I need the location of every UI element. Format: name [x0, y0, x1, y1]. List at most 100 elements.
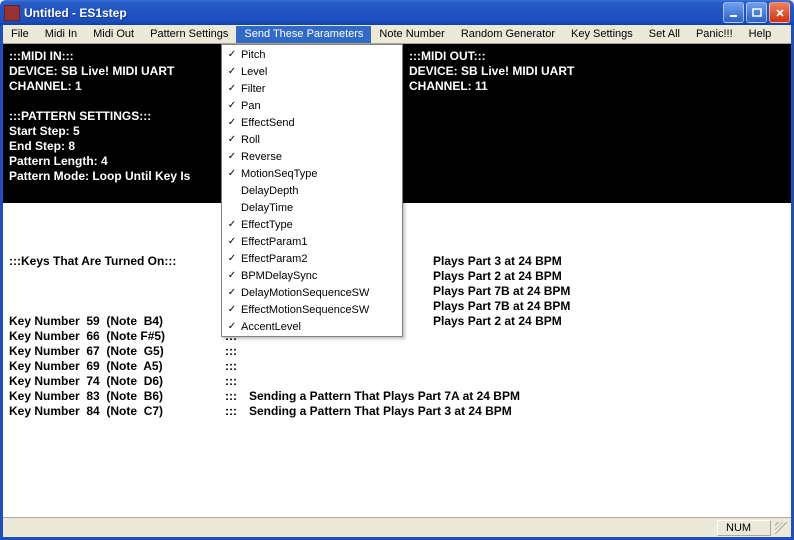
dropdown-item-label: Pan — [241, 100, 401, 112]
dropdown-item-accentlevel[interactable]: ✓AccentLevel — [223, 318, 401, 335]
checkmark-icon: ✓ — [223, 49, 241, 60]
checkmark-icon: ✓ — [223, 321, 241, 332]
dropdown-item-effectparam1[interactable]: ✓EffectParam1 — [223, 233, 401, 250]
pattern-start-step: Start Step: 5 — [9, 124, 215, 139]
key-number: Key Number 59 (Note B4) — [9, 314, 225, 329]
titlebar: Untitled - ES1step — [0, 0, 794, 25]
menu-file[interactable]: File — [3, 26, 37, 43]
midi-out-channel: CHANNEL: 11 — [409, 79, 785, 94]
send-parameters-dropdown: ✓Pitch✓Level✓Filter✓Pan✓EffectSend✓Roll✓… — [221, 44, 403, 337]
dropdown-item-level[interactable]: ✓Level — [223, 63, 401, 80]
key-number: Key Number 67 (Note G5) — [9, 344, 225, 359]
key-sep: ::: — [225, 404, 249, 419]
key-action: Sending a Pattern That Plays Part 7A at … — [249, 389, 520, 404]
menu-random-generator[interactable]: Random Generator — [453, 26, 563, 43]
key-action: Sending a Pattern That Plays Part 3 at 2… — [249, 404, 512, 419]
dropdown-item-label: Level — [241, 66, 401, 78]
key-sep: ::: — [225, 344, 249, 359]
dropdown-item-roll[interactable]: ✓Roll — [223, 131, 401, 148]
menu-pattern-settings[interactable]: Pattern Settings — [142, 26, 236, 43]
menu-panic-[interactable]: Panic!!! — [688, 26, 741, 43]
plays-text: Plays Part 2 at 24 BPM — [433, 314, 570, 329]
dropdown-item-label: Pitch — [241, 49, 401, 61]
key-sep: ::: — [225, 389, 249, 404]
dropdown-item-label: EffectMotionSequenceSW — [241, 304, 401, 316]
content-area: :::MIDI IN::: DEVICE: SB Live! MIDI UART… — [3, 44, 791, 517]
dropdown-item-effectmotionsequencesw[interactable]: ✓EffectMotionSequenceSW — [223, 301, 401, 318]
key-row: Key Number 69 (Note A5)::: — [9, 359, 520, 374]
menu-help[interactable]: Help — [741, 26, 780, 43]
menu-set-all[interactable]: Set All — [641, 26, 688, 43]
menu-midi-out[interactable]: Midi Out — [85, 26, 142, 43]
resize-grip[interactable] — [773, 520, 789, 536]
dropdown-item-filter[interactable]: ✓Filter — [223, 80, 401, 97]
pattern-length: Pattern Length: 4 — [9, 154, 215, 169]
midi-in-panel: :::MIDI IN::: DEVICE: SB Live! MIDI UART… — [3, 44, 221, 203]
checkmark-icon: ✓ — [223, 270, 241, 281]
pattern-mode: Pattern Mode: Loop Until Key Is — [9, 169, 215, 184]
key-sep: ::: — [225, 374, 249, 389]
pattern-settings-heading: :::PATTERN SETTINGS::: — [9, 109, 215, 124]
statusbar: NUM — [3, 517, 791, 537]
key-row: Key Number 67 (Note G5)::: — [9, 344, 520, 359]
dropdown-item-effectsend[interactable]: ✓EffectSend — [223, 114, 401, 131]
close-button[interactable] — [769, 2, 790, 23]
menubar: FileMidi InMidi OutPattern SettingsSend … — [3, 25, 791, 44]
status-num: NUM — [717, 520, 771, 536]
dropdown-item-pan[interactable]: ✓Pan — [223, 97, 401, 114]
midi-in-heading: :::MIDI IN::: — [9, 49, 215, 64]
pattern-end-step: End Step: 8 — [9, 139, 215, 154]
dropdown-item-reverse[interactable]: ✓Reverse — [223, 148, 401, 165]
menu-send-these-parameters[interactable]: Send These Parameters — [236, 26, 371, 43]
midi-out-panel: :::MIDI OUT::: DEVICE: SB Live! MIDI UAR… — [403, 44, 791, 203]
checkmark-icon: ✓ — [223, 168, 241, 179]
checkmark-icon: ✓ — [223, 236, 241, 247]
minimize-button[interactable] — [723, 2, 744, 23]
dropdown-item-label: DelayTime — [241, 202, 401, 214]
midi-in-channel: CHANNEL: 1 — [9, 79, 215, 94]
key-row: Key Number 84 (Note C7):::Sending a Patt… — [9, 404, 520, 419]
dropdown-item-bpmdelaysync[interactable]: ✓BPMDelaySync — [223, 267, 401, 284]
dropdown-item-label: EffectSend — [241, 117, 401, 129]
checkmark-icon: ✓ — [223, 253, 241, 264]
dropdown-item-delaydepth[interactable]: DelayDepth — [223, 182, 401, 199]
dropdown-item-pitch[interactable]: ✓Pitch — [223, 46, 401, 63]
maximize-button[interactable] — [746, 2, 767, 23]
window-controls — [723, 2, 790, 23]
key-row: Key Number 74 (Note D6)::: — [9, 374, 520, 389]
checkmark-icon: ✓ — [223, 100, 241, 111]
midi-out-heading: :::MIDI OUT::: — [409, 49, 785, 64]
key-number: Key Number 83 (Note B6) — [9, 389, 225, 404]
dropdown-item-label: Reverse — [241, 151, 401, 163]
key-number: Key Number 74 (Note D6) — [9, 374, 225, 389]
checkmark-icon: ✓ — [223, 219, 241, 230]
menu-note-number[interactable]: Note Number — [371, 26, 452, 43]
checkmark-icon: ✓ — [223, 117, 241, 128]
menu-midi-in[interactable]: Midi In — [37, 26, 85, 43]
checkmark-icon: ✓ — [223, 151, 241, 162]
plays-column: Plays Part 3 at 24 BPMPlays Part 2 at 24… — [433, 254, 570, 329]
checkmark-icon: ✓ — [223, 66, 241, 77]
key-number: Key Number 69 (Note A5) — [9, 359, 225, 374]
dropdown-item-label: MotionSeqType — [241, 168, 401, 180]
dropdown-item-delaymotionsequencesw[interactable]: ✓DelayMotionSequenceSW — [223, 284, 401, 301]
dropdown-item-label: EffectParam1 — [241, 236, 401, 248]
key-row: Key Number 83 (Note B6):::Sending a Patt… — [9, 389, 520, 404]
key-sep: ::: — [225, 359, 249, 374]
plays-text: Plays Part 3 at 24 BPM — [433, 254, 570, 269]
dropdown-item-label: Filter — [241, 83, 401, 95]
dropdown-item-label: AccentLevel — [241, 321, 401, 333]
dropdown-item-delaytime[interactable]: DelayTime — [223, 199, 401, 216]
dropdown-item-effecttype[interactable]: ✓EffectType — [223, 216, 401, 233]
menu-key-settings[interactable]: Key Settings — [563, 26, 641, 43]
midi-out-device: DEVICE: SB Live! MIDI UART — [409, 64, 785, 79]
dropdown-item-label: BPMDelaySync — [241, 270, 401, 282]
plays-text: Plays Part 2 at 24 BPM — [433, 269, 570, 284]
dropdown-item-label: DelayDepth — [241, 185, 401, 197]
key-number: Key Number 84 (Note C7) — [9, 404, 225, 419]
dropdown-item-label: EffectType — [241, 219, 401, 231]
plays-text: Plays Part 7B at 24 BPM — [433, 284, 570, 299]
dropdown-item-effectparam2[interactable]: ✓EffectParam2 — [223, 250, 401, 267]
checkmark-icon: ✓ — [223, 83, 241, 94]
dropdown-item-motionseqtype[interactable]: ✓MotionSeqType — [223, 165, 401, 182]
